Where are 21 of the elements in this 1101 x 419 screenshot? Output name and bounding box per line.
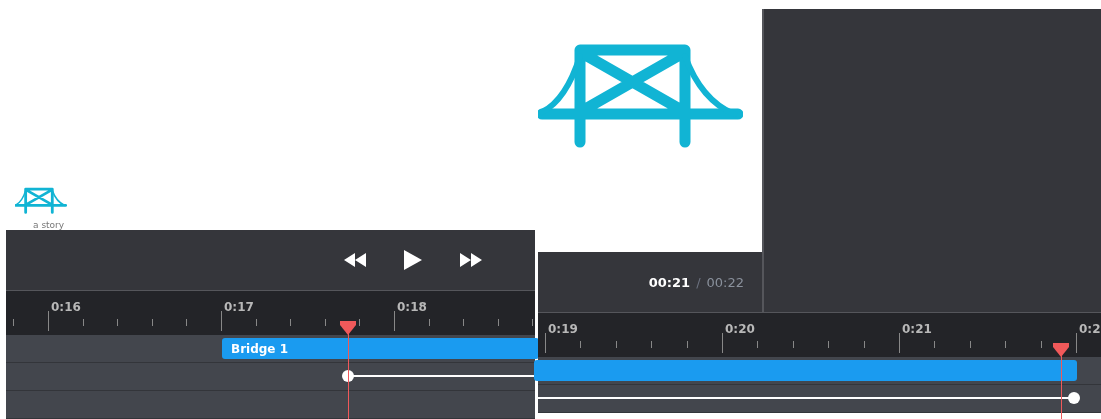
time-label: 0:18 [397, 300, 427, 314]
time-label: 0:17 [224, 300, 254, 314]
keyframe-dot[interactable] [1068, 392, 1080, 404]
rewind-button[interactable] [344, 253, 366, 267]
time-label: 0:20 [725, 322, 755, 336]
time-label: 0:2 [1079, 322, 1101, 336]
fast-forward-icon [460, 253, 482, 267]
logo-tagline: a story [33, 220, 66, 230]
time-label: 0:19 [548, 322, 578, 336]
play-icon [404, 250, 422, 270]
clip-bar[interactable] [534, 360, 1077, 381]
time-label: 0:21 [902, 322, 932, 336]
total-time: 00:22 [706, 274, 744, 290]
current-time: 00:21 [648, 274, 691, 290]
timeline-ruler[interactable]: 0:19 0:20 0:21 0:2 [538, 312, 1101, 357]
timeline-ruler[interactable]: 0:16 0:17 0:18 [6, 290, 535, 335]
play-button[interactable] [404, 250, 422, 270]
fast-forward-button[interactable] [460, 253, 482, 267]
time-label: 0:16 [51, 300, 81, 314]
rewind-icon [344, 253, 366, 267]
time-separator: / [696, 274, 701, 290]
